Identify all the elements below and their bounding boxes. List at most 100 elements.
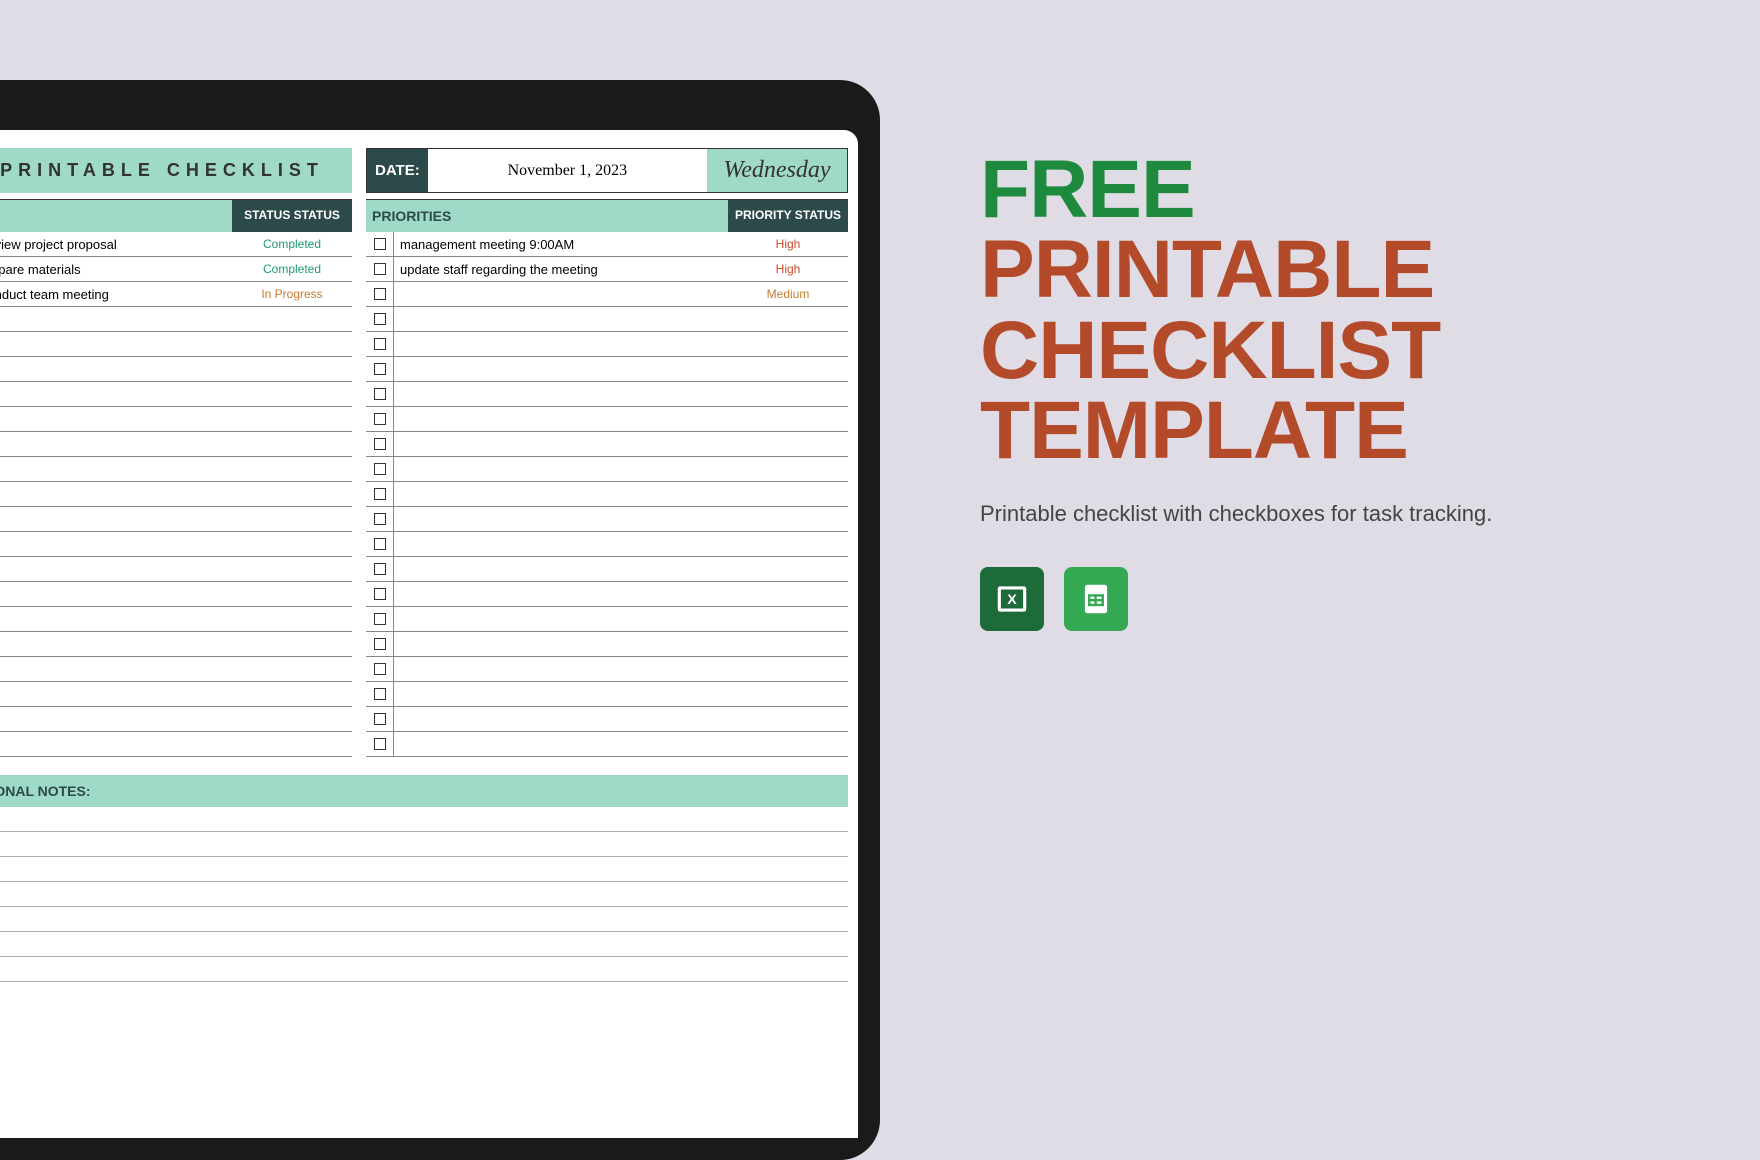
promo-line1: PRINTABLE: [980, 224, 1434, 315]
priority-row: [366, 482, 848, 507]
checkbox-icon: [374, 738, 386, 750]
notes-line: [0, 882, 848, 907]
checkbox-icon: [374, 288, 386, 300]
priority-row: [366, 457, 848, 482]
task-row: [0, 582, 352, 607]
checkbox-cell[interactable]: [366, 582, 394, 606]
task-column: SK STATUS STATUS Review project proposal…: [0, 199, 352, 757]
date-label: DATE:: [367, 149, 428, 192]
priorities-header: PRIORITIES: [366, 200, 728, 232]
priority-row: [366, 582, 848, 607]
row-status: In Progress: [232, 287, 352, 301]
checkbox-cell[interactable]: [366, 657, 394, 681]
checkbox-cell[interactable]: [366, 407, 394, 431]
row-text: update staff regarding the meeting: [394, 262, 728, 277]
checkbox-cell[interactable]: [366, 382, 394, 406]
checkbox-cell[interactable]: [366, 232, 394, 256]
checkbox-cell[interactable]: [366, 282, 394, 306]
task-row: Review project proposalCompleted: [0, 232, 352, 257]
excel-icon[interactable]: X: [980, 567, 1044, 631]
priority-row: [366, 532, 848, 557]
priority-status-header: PRIORITY STATUS: [728, 200, 848, 232]
checkbox-cell[interactable]: [366, 707, 394, 731]
checkbox-icon: [374, 313, 386, 325]
checkbox-icon: [374, 238, 386, 250]
checkbox-cell[interactable]: [366, 432, 394, 456]
checkbox-icon: [374, 338, 386, 350]
task-row: [0, 557, 352, 582]
task-row: [0, 607, 352, 632]
priority-row: [366, 707, 848, 732]
checkbox-cell[interactable]: [366, 557, 394, 581]
task-row: [0, 457, 352, 482]
checkbox-cell[interactable]: [366, 482, 394, 506]
checkbox-icon: [374, 538, 386, 550]
task-row: Prepare materialsCompleted: [0, 257, 352, 282]
checkbox-cell[interactable]: [366, 257, 394, 281]
notes-line: [0, 807, 848, 832]
checkbox-icon: [374, 713, 386, 725]
day-name: Wednesday: [707, 149, 847, 192]
task-row: [0, 482, 352, 507]
priority-row: update staff regarding the meetingHigh: [366, 257, 848, 282]
date-box: DATE: November 1, 2023 Wednesday: [366, 148, 848, 193]
priority-row: [366, 307, 848, 332]
checkbox-cell[interactable]: [366, 632, 394, 656]
doc-title: PRINTABLE CHECKLIST: [0, 148, 352, 193]
row-status: High: [728, 237, 848, 251]
priority-row: [366, 557, 848, 582]
priority-column: PRIORITIES PRIORITY STATUS management me…: [366, 199, 848, 757]
checkbox-icon: [374, 563, 386, 575]
priority-row: [366, 332, 848, 357]
checkbox-icon: [374, 363, 386, 375]
promo-description: Printable checklist with checkboxes for …: [980, 501, 1680, 527]
checkbox-icon: [374, 388, 386, 400]
task-header: SK: [0, 200, 232, 232]
task-row: [0, 507, 352, 532]
checkbox-icon: [374, 688, 386, 700]
promo-panel: FREE PRINTABLE CHECKLIST TEMPLATE Printa…: [980, 150, 1680, 631]
task-row: [0, 657, 352, 682]
checkbox-icon: [374, 638, 386, 650]
priority-row: [366, 682, 848, 707]
checkbox-cell[interactable]: [366, 457, 394, 481]
notes-line: [0, 957, 848, 982]
checkbox-cell[interactable]: [366, 507, 394, 531]
task-row: [0, 732, 352, 757]
row-text: Prepare materials: [0, 262, 232, 277]
notes-line: [0, 932, 848, 957]
checkbox-icon: [374, 663, 386, 675]
checkbox-cell[interactable]: [366, 682, 394, 706]
checkbox-cell[interactable]: [366, 357, 394, 381]
priority-row: Medium: [366, 282, 848, 307]
notes-header: ITIONAL NOTES:: [0, 775, 848, 807]
priority-row: [366, 432, 848, 457]
checkbox-cell[interactable]: [366, 607, 394, 631]
google-sheets-icon[interactable]: [1064, 567, 1128, 631]
checkbox-cell[interactable]: [366, 532, 394, 556]
row-status: Medium: [728, 287, 848, 301]
checkbox-cell[interactable]: [366, 307, 394, 331]
notes-line: [0, 907, 848, 932]
task-row: [0, 382, 352, 407]
row-text: Review project proposal: [0, 237, 232, 252]
checkbox-icon: [374, 513, 386, 525]
checkbox-icon: [374, 488, 386, 500]
date-value: November 1, 2023: [428, 149, 707, 192]
priority-row: [366, 507, 848, 532]
priority-row: [366, 382, 848, 407]
row-text: Conduct team meeting: [0, 287, 232, 302]
svg-text:X: X: [1007, 592, 1017, 608]
checkbox-icon: [374, 263, 386, 275]
checkbox-cell[interactable]: [366, 332, 394, 356]
promo-free: FREE: [980, 144, 1195, 235]
row-status: Completed: [232, 237, 352, 251]
task-row: [0, 332, 352, 357]
task-row: [0, 682, 352, 707]
priority-row: management meeting 9:00AMHigh: [366, 232, 848, 257]
notes-line: [0, 832, 848, 857]
checkbox-icon: [374, 463, 386, 475]
checkbox-cell[interactable]: [366, 732, 394, 756]
task-row: [0, 407, 352, 432]
task-row: [0, 357, 352, 382]
